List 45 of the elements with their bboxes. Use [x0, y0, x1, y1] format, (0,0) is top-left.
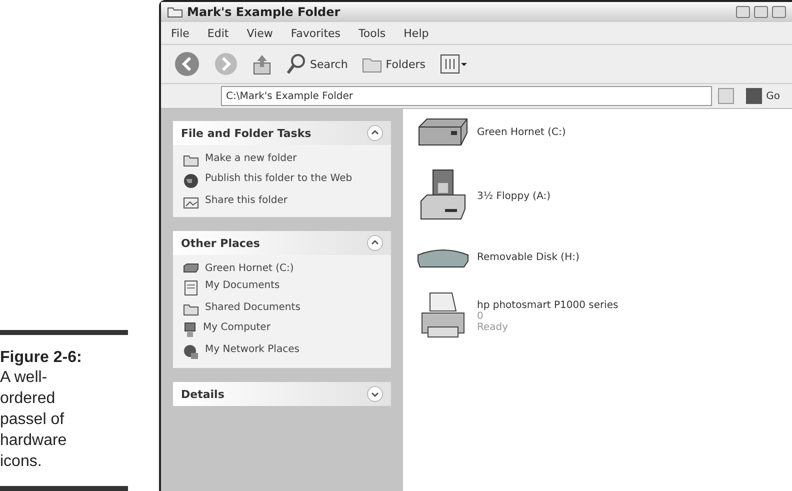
printer-status: 0: [477, 310, 484, 322]
search-button[interactable]: Search: [283, 51, 351, 77]
panel-header[interactable]: Other Places: [173, 231, 391, 255]
menu-item[interactable]: Favorites: [288, 26, 343, 40]
folder-icon: [183, 302, 199, 316]
dropdown-button[interactable]: [718, 88, 734, 104]
task-link[interactable]: Green Hornet (C:): [205, 263, 355, 274]
globe-icon: [183, 173, 199, 189]
minimize-button[interactable]: [736, 6, 750, 18]
drive-label[interactable]: hp photosmart P1000 series: [477, 300, 618, 310]
hard-disk-icon: [417, 117, 469, 147]
menu-item[interactable]: View: [244, 26, 275, 40]
window-title: Mark's Example Folder: [187, 5, 342, 19]
network-icon: [183, 344, 199, 360]
views-icon: [440, 54, 468, 74]
document-folder-icon: [183, 280, 199, 296]
task-link[interactable]: My Computer: [203, 322, 353, 333]
computer-icon: [183, 322, 197, 338]
folder-icon: [183, 153, 199, 167]
figure-caption: Figure 2-6: A well-ordered passel of hardware icons.: [0, 349, 83, 472]
task-link[interactable]: Share this folder: [205, 195, 355, 206]
drive-icon: [183, 263, 199, 273]
task-link[interactable]: Make a new folder: [205, 153, 355, 164]
panel-header[interactable]: Details: [173, 382, 391, 406]
search-icon: [286, 53, 306, 75]
menu-item[interactable]: Help: [402, 26, 431, 40]
menu-item[interactable]: Tools: [356, 26, 388, 40]
go-button[interactable]: Go: [740, 87, 786, 105]
task-link[interactable]: My Network Places: [205, 344, 355, 355]
task-link[interactable]: My Documents: [205, 280, 355, 291]
drive-label[interactable]: 3½ Floppy (A:): [477, 190, 551, 202]
drive-label[interactable]: Removable Disk (H:): [477, 252, 580, 262]
menu-item[interactable]: Edit: [205, 26, 231, 40]
maximize-button[interactable]: [754, 6, 768, 18]
printer-status: Ready: [477, 322, 510, 332]
up-folder-icon: [252, 53, 272, 75]
task-link[interactable]: Shared Documents: [205, 302, 355, 313]
menu-item[interactable]: File: [169, 26, 192, 40]
folder-icon: [167, 6, 183, 18]
address-field[interactable]: C:\Mark's Example Folder: [221, 86, 712, 106]
folders-button[interactable]: Folders: [358, 53, 429, 75]
panel-header[interactable]: File and Folder Tasks: [173, 121, 391, 145]
drive-label[interactable]: Green Hornet (C:): [477, 126, 566, 138]
close-button[interactable]: [772, 6, 786, 18]
task-link[interactable]: Publish this folder to the Web: [205, 173, 355, 184]
